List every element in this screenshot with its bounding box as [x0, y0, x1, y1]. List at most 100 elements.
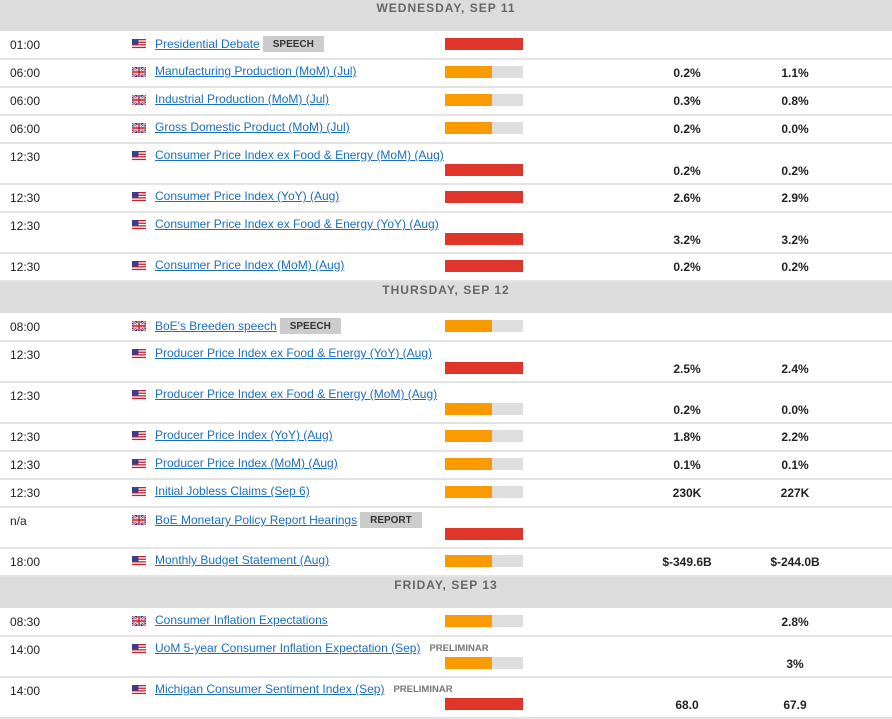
event-link[interactable]: Gross Domestic Product (MoM) (Jul) — [155, 120, 350, 134]
event-link[interactable]: Consumer Price Index ex Food & Energy (Y… — [155, 217, 439, 231]
impact-bar-fill — [445, 458, 492, 470]
impact-bar — [445, 615, 523, 627]
event-link[interactable]: UoM 5-year Consumer Inflation Expectatio… — [155, 641, 420, 655]
event-time: 06:00 — [10, 94, 41, 108]
impact-bar-fill — [445, 528, 523, 540]
event-link[interactable]: BoE's Breeden speech — [155, 319, 277, 333]
impact-bar-fill — [445, 555, 492, 567]
us-flag-icon — [132, 486, 146, 497]
impact-bar — [445, 94, 523, 106]
us-flag-icon — [132, 219, 146, 230]
event-link[interactable]: Producer Price Index (MoM) (Aug) — [155, 456, 338, 470]
day-label: WEDNESDAY, SEP 11 — [376, 1, 516, 15]
actual-value: 1.8% — [673, 430, 701, 444]
event-link[interactable]: Manufacturing Production (MoM) (Jul) — [155, 64, 356, 78]
uk-flag-icon — [131, 320, 147, 332]
event-link[interactable]: Initial Jobless Claims (Sep 6) — [155, 484, 310, 498]
impact-bar — [445, 164, 523, 176]
event-link[interactable]: Producer Price Index ex Food & Energy (Y… — [155, 346, 432, 360]
impact-bar — [445, 66, 523, 78]
event-time: 12:30 — [10, 458, 41, 472]
forecast-value: 0.2% — [781, 260, 809, 274]
forecast-value: 67.9 — [783, 698, 807, 712]
impact-bar-fill — [445, 362, 523, 374]
impact-bar — [445, 698, 523, 710]
forecast-value: 2.8% — [781, 615, 809, 629]
us-flag-icon — [132, 555, 146, 566]
event-link[interactable]: BoE Monetary Policy Report Hearings — [155, 513, 357, 527]
event-time: 14:00 — [10, 643, 41, 657]
event-time: 14:00 — [10, 684, 41, 698]
event-link[interactable]: Producer Price Index (YoY) (Aug) — [155, 428, 333, 442]
event-row: 06:00 Gross Domestic Product (MoM) (Jul)… — [0, 116, 892, 144]
us-flag-icon — [132, 191, 146, 202]
event-link[interactable]: Consumer Price Index (MoM) (Aug) — [155, 258, 344, 272]
impact-bar-fill — [445, 233, 523, 245]
impact-bar — [445, 122, 523, 134]
us-flag-icon — [132, 150, 146, 161]
day-header: THURSDAY, SEP 12 — [0, 282, 892, 314]
event-time: 18:00 — [10, 555, 41, 569]
event-row: 12:30 Consumer Price Index ex Food & Ene… — [0, 144, 892, 185]
day-label: THURSDAY, SEP 12 — [382, 283, 510, 297]
event-row: 08:00 BoE's Breeden speech SPEECH — [0, 314, 892, 342]
impact-bar — [445, 38, 523, 50]
impact-bar — [445, 233, 523, 245]
event-row: 12:30 Consumer Price Index (MoM) (Aug) 0.… — [0, 254, 892, 282]
day-header: WEDNESDAY, SEP 11 — [0, 0, 892, 32]
impact-bar-fill — [445, 403, 492, 415]
us-flag-icon — [132, 260, 146, 271]
event-link[interactable]: Consumer Price Index (YoY) (Aug) — [155, 189, 339, 203]
actual-value: 0.2% — [673, 122, 701, 136]
event-time: 12:30 — [10, 219, 41, 233]
event-time: 12:30 — [10, 191, 41, 205]
actual-value: 230K — [672, 486, 702, 500]
event-badge: PRELIMINAR — [429, 643, 489, 654]
event-time: 12:30 — [10, 486, 41, 500]
actual-value: $-349.6B — [662, 555, 712, 569]
impact-bar — [445, 555, 523, 567]
event-link[interactable]: Consumer Inflation Expectations — [155, 613, 328, 627]
forecast-value: 3% — [786, 657, 804, 671]
event-link[interactable]: Monthly Budget Statement (Aug) — [155, 553, 329, 567]
impact-bar — [445, 362, 523, 374]
impact-bar-fill — [445, 66, 492, 78]
event-row: 18:00 Monthly Budget Statement (Aug) $-34… — [0, 549, 892, 577]
event-row: 14:00 UoM 5-year Consumer Inflation Expe… — [0, 637, 892, 678]
event-row: 12:30 Producer Price Index (MoM) (Aug) 0.… — [0, 452, 892, 480]
event-row: n/a BoE Monetary Policy Report Hearings R… — [0, 508, 892, 549]
event-link[interactable]: Industrial Production (MoM) (Jul) — [155, 92, 329, 106]
event-link[interactable]: Michigan Consumer Sentiment Index (Sep) — [155, 682, 384, 696]
forecast-value: 3.2% — [781, 233, 809, 247]
event-time: 01:00 — [10, 38, 41, 52]
event-badge: PRELIMINAR — [393, 684, 453, 695]
impact-bar-fill — [445, 38, 523, 50]
impact-bar-fill — [445, 94, 492, 106]
us-flag-icon — [132, 684, 146, 695]
event-time: 06:00 — [10, 122, 41, 136]
event-time: 06:00 — [10, 66, 41, 80]
impact-bar — [445, 403, 523, 415]
day-label: FRIDAY, SEP 13 — [394, 578, 498, 592]
actual-value: 3.2% — [673, 233, 701, 247]
event-link[interactable]: Producer Price Index ex Food & Energy (M… — [155, 387, 437, 401]
impact-bar-fill — [445, 164, 523, 176]
event-row: 12:30 Initial Jobless Claims (Sep 6) 230K… — [0, 480, 892, 508]
uk-flag-icon — [131, 94, 147, 106]
uk-flag-icon — [131, 122, 147, 134]
forecast-value: 2.4% — [781, 362, 809, 376]
economic-calendar: WEDNESDAY, SEP 11 01:00 Presidential Deba… — [0, 0, 892, 719]
impact-bar-fill — [445, 320, 492, 332]
impact-bar — [445, 486, 523, 498]
us-flag-icon — [132, 348, 146, 359]
event-link[interactable]: Consumer Price Index ex Food & Energy (M… — [155, 148, 444, 162]
uk-flag-icon — [131, 514, 147, 526]
event-time: 08:30 — [10, 615, 41, 629]
event-row: 12:30 Producer Price Index (YoY) (Aug) 1.… — [0, 424, 892, 452]
actual-value: 0.2% — [673, 66, 701, 80]
forecast-value: 0.1% — [781, 458, 809, 472]
impact-bar — [445, 430, 523, 442]
event-link[interactable]: Presidential Debate — [155, 37, 260, 51]
forecast-value: 2.2% — [781, 430, 809, 444]
impact-bar-fill — [445, 260, 523, 272]
